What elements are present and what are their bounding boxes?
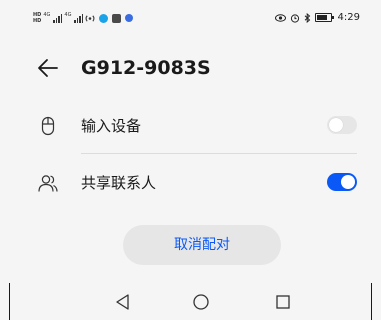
battery-icon bbox=[314, 13, 334, 22]
alarm-icon bbox=[290, 13, 299, 23]
nav-recent-button[interactable] bbox=[268, 287, 298, 317]
unpair-button[interactable]: 取消配对 bbox=[123, 225, 281, 265]
nav-back-button[interactable] bbox=[108, 287, 138, 317]
nav-home-button[interactable] bbox=[186, 287, 216, 317]
setting-label: 输入设备 bbox=[81, 117, 142, 135]
signal-icon bbox=[53, 13, 63, 23]
header: G912-9083S bbox=[0, 48, 381, 88]
mouse-icon bbox=[41, 116, 55, 136]
eye-icon bbox=[274, 13, 286, 22]
setting-label: 共享联系人 bbox=[81, 174, 157, 192]
back-button[interactable] bbox=[30, 56, 60, 80]
signal-icon bbox=[74, 13, 84, 23]
share-contacts-toggle[interactable] bbox=[327, 173, 357, 191]
navigation-bar bbox=[0, 283, 381, 320]
divider bbox=[81, 153, 357, 154]
bluetooth-icon bbox=[304, 12, 310, 23]
status-time: 4:29 bbox=[337, 12, 360, 23]
setting-row-input-device[interactable]: 输入设备 bbox=[0, 101, 381, 151]
hotspot-icon bbox=[86, 14, 95, 22]
input-device-toggle[interactable] bbox=[327, 116, 357, 134]
page-title: G912-9083S bbox=[81, 57, 211, 79]
app-icon bbox=[125, 14, 134, 22]
status-indicators: HD HD 4G 4G bbox=[33, 11, 134, 25]
sim-hd-icon: HD HD bbox=[33, 12, 41, 24]
triangle-back-icon bbox=[116, 294, 129, 310]
arrow-left-icon bbox=[38, 59, 58, 77]
status-right: 4:29 bbox=[274, 12, 360, 23]
contacts-icon bbox=[38, 175, 58, 192]
app-icon bbox=[112, 13, 122, 23]
circle-home-icon bbox=[193, 294, 209, 310]
network-tag-1: 4G bbox=[43, 12, 51, 18]
network-tag-2: 4G bbox=[64, 12, 72, 18]
sim2-label: HD bbox=[33, 18, 42, 24]
status-bar: HD HD 4G 4G 4:29 bbox=[0, 0, 381, 34]
app-icon bbox=[99, 13, 109, 23]
setting-row-share-contacts[interactable]: 共享联系人 bbox=[0, 158, 381, 208]
square-recent-icon bbox=[276, 295, 290, 309]
